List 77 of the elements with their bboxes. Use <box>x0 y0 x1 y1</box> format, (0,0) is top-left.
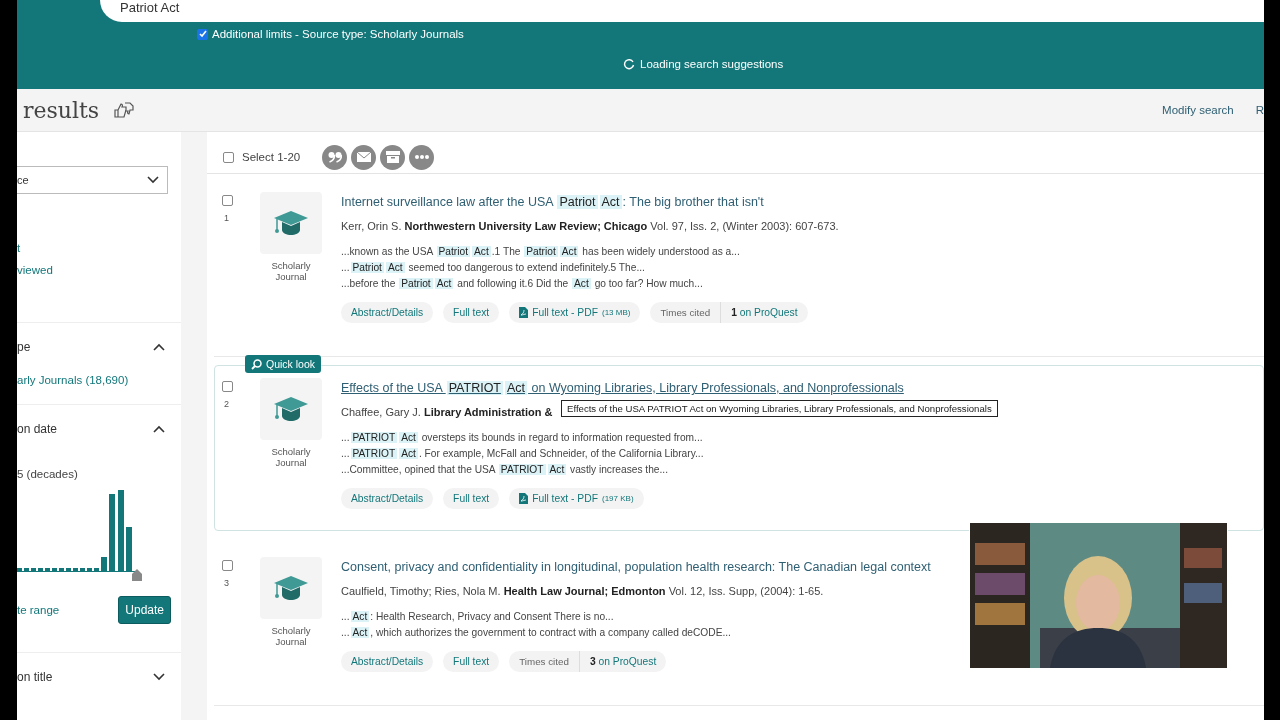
pdf-icon <box>519 307 529 318</box>
filter-link[interactable]: viewed <box>17 264 53 276</box>
checkbox[interactable] <box>222 381 233 392</box>
date-range-link[interactable]: te range <box>17 604 60 616</box>
header-link[interactable]: R <box>1255 104 1264 116</box>
graduation-cap-icon <box>273 395 309 423</box>
cited-count-link[interactable]: 1 on ProQuest <box>721 302 808 323</box>
result-link-button[interactable]: Abstract/Details <box>341 651 434 672</box>
email-icon <box>356 152 371 162</box>
snippet-text: ...Committee, opined that the USA PATRIOT Act vastly increases the... <box>341 463 669 477</box>
result-title-link[interactable]: Internet surveillance law after the USA Patriot Act : The big brother that isn't <box>341 194 764 211</box>
snippet-text: ... Act : Health Research, Privacy and Consent There is no... <box>341 610 614 624</box>
quote-icon <box>327 151 342 163</box>
snippet-text: ... PATRIOT Act . For example, McFall and Schneider, of the California Library... <box>341 447 704 461</box>
slider-handle[interactable] <box>132 569 142 581</box>
select-all-label: Select 1-20 <box>242 151 301 163</box>
citation-text: Caulfield, Timothy; Ries, Nola M. Health Law Journal; Edmonton Vol. 12, Iss. Supp, (2004): 1-65. <box>341 585 824 597</box>
checkbox[interactable] <box>197 28 208 40</box>
checkbox[interactable] <box>222 560 233 571</box>
email-button[interactable] <box>351 144 377 170</box>
more-button[interactable] <box>409 144 435 170</box>
chevron-icon[interactable] <box>153 673 165 681</box>
snippet-text: ... Act , which authorizes the government to contract with a company called deCODE... <box>341 626 731 640</box>
cited-count-link[interactable]: 3 on ProQuest <box>579 651 667 672</box>
times-cited-label: Times cited <box>509 651 580 672</box>
filter-link[interactable]: t <box>17 242 21 254</box>
snippet-text: ... PATRIOT Act oversteps its bounds in regard to information requested from... <box>341 431 703 445</box>
graduation-cap-icon <box>273 209 309 237</box>
checkbox[interactable] <box>222 195 233 206</box>
limit-label: Additional limits - Source type: Scholarly Journals <box>212 28 464 40</box>
chevron-icon[interactable] <box>153 425 165 433</box>
result-title-link[interactable]: Effects of the USA PATRIOT Act on Wyoming Libraries, Library Professionals, and Nonprofessionals <box>341 380 904 397</box>
source-type-label: Scholarly Journal <box>270 260 312 282</box>
times-cited-label: Times cited <box>650 302 722 323</box>
result-link-button[interactable]: Abstract/Details <box>341 488 434 509</box>
pdf-link-button[interactable]: Full text - PDF (13 MB) <box>509 302 641 323</box>
spinner-icon <box>623 58 635 70</box>
tooltip: Effects of the USA PATRIOT Act on Wyoming Libraries, Library Professionals, and Nonprofessionals <box>561 400 998 417</box>
result-link-button[interactable]: Abstract/Details <box>341 302 434 323</box>
result-link-button[interactable]: Full text <box>443 302 500 323</box>
chevron-icon[interactable] <box>147 176 159 184</box>
decades-caption: 5 (decades) <box>17 468 78 480</box>
result-number: 1 <box>223 213 229 223</box>
search-icon <box>251 358 262 370</box>
snippet-text: ... Patriot Act seemed too dangerous to extend indefinitely.5 The... <box>341 261 645 275</box>
citation-text: Kerr, Orin S. Northwestern University Law Review; Chicago Vol. 97, Iss. 2, (Winter 2003): 607-673. <box>341 220 839 232</box>
result-number: 3 <box>223 578 229 588</box>
result-link-button[interactable]: Full text <box>443 488 500 509</box>
more-icon <box>414 155 429 159</box>
loading-text: Loading search suggestions <box>640 58 784 70</box>
box-icon <box>385 151 400 163</box>
citation-text: Chaffee, Gary J. Library Administration & <box>341 406 553 418</box>
result-title-link[interactable]: Consent, privacy and confidentiality in longitudinal, population health research: The Canadian legal context <box>341 559 931 576</box>
search-field[interactable]: Patriot Act <box>100 0 1264 22</box>
facet-heading[interactable]: on title <box>17 670 53 684</box>
graduation-cap-icon <box>273 574 309 602</box>
pdf-link-button[interactable]: Full text - PDF (197 KB) <box>509 488 644 509</box>
update-button[interactable]: Update <box>118 596 171 624</box>
facet-option[interactable]: arly Journals (18,690) <box>17 374 129 386</box>
quick-look-button[interactable]: Quick look <box>245 355 322 373</box>
sort-dropdown[interactable]: ce <box>17 166 168 194</box>
facet-heading[interactable]: on date <box>17 422 58 436</box>
snippet-text: ...before the Patriot Act and following it.6 Did the Act go too far? How much... <box>341 277 703 291</box>
facet-heading[interactable]: pe <box>17 340 31 354</box>
pdf-icon <box>519 493 529 504</box>
snippet-text: ...known as the USA Patriot Act .1 The Patriot Act has been widely understood as a... <box>341 245 740 259</box>
thumbs-icon[interactable] <box>113 101 136 119</box>
cite-button[interactable] <box>322 144 348 170</box>
source-type-label: Scholarly Journal <box>270 625 312 647</box>
page-title: results <box>23 97 100 123</box>
result-link-button[interactable]: Full text <box>443 651 500 672</box>
checkbox[interactable] <box>223 151 234 163</box>
header-link[interactable]: Modify search <box>1162 104 1234 116</box>
save-button[interactable] <box>380 144 406 170</box>
chevron-icon[interactable] <box>153 343 165 351</box>
source-type-label: Scholarly Journal <box>270 446 312 468</box>
result-number: 2 <box>223 399 229 409</box>
